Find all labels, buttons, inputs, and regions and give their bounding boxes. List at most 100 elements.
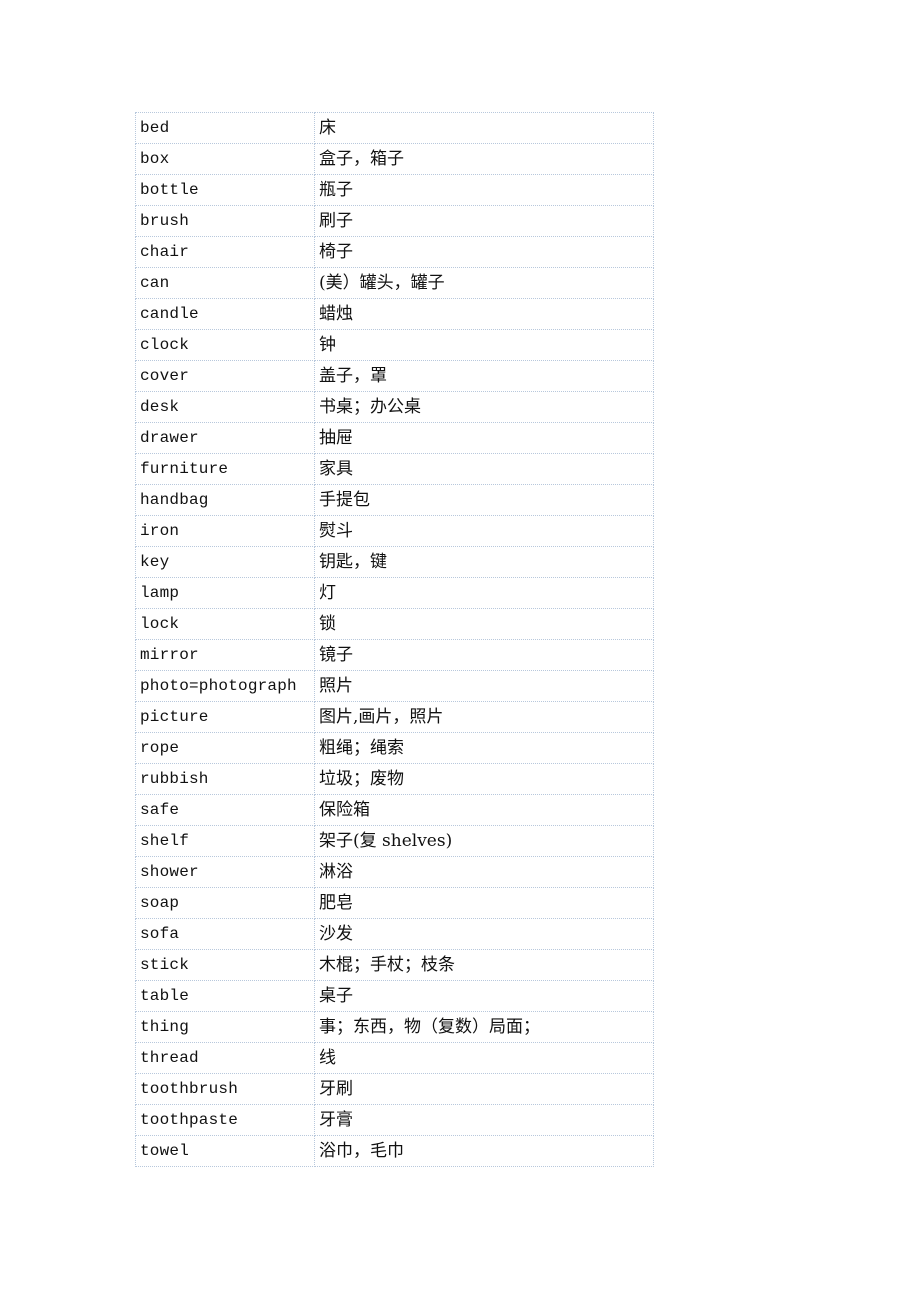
english-word-cell: furniture (135, 453, 315, 485)
english-word-cell: toothbrush (135, 1073, 315, 1105)
english-word-cell: shower (135, 856, 315, 888)
chinese-meaning-cell: 蜡烛 (314, 298, 654, 330)
table-row: bed 床 (135, 112, 654, 144)
english-word-cell: candle (135, 298, 315, 330)
english-word-cell: key (135, 546, 315, 578)
table-row: furniture 家具 (135, 453, 654, 485)
chinese-meaning-cell: 椅子 (314, 236, 654, 268)
english-word-cell: photo=photograph (135, 670, 315, 702)
english-word-cell: clock (135, 329, 315, 361)
vocabulary-table: bed 床 box 盒子，箱子 bottle 瓶子 brush 刷子 chair 椅子 can (美）… (135, 112, 654, 1167)
table-row: picture 图片,画片，照片 (135, 701, 654, 733)
chinese-meaning-cell: 刷子 (314, 205, 654, 237)
chinese-meaning-cell: 家具 (314, 453, 654, 485)
chinese-meaning-cell: 牙膏 (314, 1104, 654, 1136)
table-row: safe 保险箱 (135, 794, 654, 826)
english-word-cell: sofa (135, 918, 315, 950)
table-row: key 钥匙，键 (135, 546, 654, 578)
chinese-meaning-cell: 床 (314, 112, 654, 144)
chinese-meaning-cell: 线 (314, 1042, 654, 1074)
table-row: lock 锁 (135, 608, 654, 640)
table-row: mirror 镜子 (135, 639, 654, 671)
table-row: thread 线 (135, 1042, 654, 1074)
table-row: toothbrush 牙刷 (135, 1073, 654, 1105)
chinese-meaning-cell: 抽屉 (314, 422, 654, 454)
english-word-cell: drawer (135, 422, 315, 454)
chinese-meaning-cell: 架子(复 shelves) (314, 825, 654, 857)
table-row: handbag 手提包 (135, 484, 654, 516)
chinese-meaning-cell: 保险箱 (314, 794, 654, 826)
english-word-cell: bottle (135, 174, 315, 206)
chinese-meaning-cell: 盖子，罩 (314, 360, 654, 392)
english-word-cell: desk (135, 391, 315, 423)
english-word-cell: iron (135, 515, 315, 547)
table-row: lamp 灯 (135, 577, 654, 609)
english-word-cell: stick (135, 949, 315, 981)
table-row: stick 木棍；手杖；枝条 (135, 949, 654, 981)
chinese-meaning-cell: 照片 (314, 670, 654, 702)
chinese-meaning-cell: 桌子 (314, 980, 654, 1012)
english-word-cell: rope (135, 732, 315, 764)
chinese-meaning-cell: 图片,画片，照片 (314, 701, 654, 733)
chinese-meaning-cell: 盒子，箱子 (314, 143, 654, 175)
table-row: drawer 抽屉 (135, 422, 654, 454)
table-row: cover 盖子，罩 (135, 360, 654, 392)
chinese-meaning-cell: (美）罐头，罐子 (314, 267, 654, 299)
english-word-cell: safe (135, 794, 315, 826)
english-word-cell: box (135, 143, 315, 175)
english-word-cell: lock (135, 608, 315, 640)
english-word-cell: chair (135, 236, 315, 268)
english-word-cell: brush (135, 205, 315, 237)
chinese-meaning-cell: 牙刷 (314, 1073, 654, 1105)
chinese-meaning-cell: 粗绳；绳索 (314, 732, 654, 764)
chinese-meaning-cell: 手提包 (314, 484, 654, 516)
table-row: rubbish 垃圾；废物 (135, 763, 654, 795)
chinese-meaning-cell: 淋浴 (314, 856, 654, 888)
chinese-meaning-cell: 垃圾；废物 (314, 763, 654, 795)
table-row: soap 肥皂 (135, 887, 654, 919)
chinese-meaning-cell: 肥皂 (314, 887, 654, 919)
table-row: sofa 沙发 (135, 918, 654, 950)
english-word-cell: table (135, 980, 315, 1012)
table-row: can (美）罐头，罐子 (135, 267, 654, 299)
chinese-meaning-cell: 灯 (314, 577, 654, 609)
table-row: towel 浴巾，毛巾 (135, 1135, 654, 1167)
chinese-meaning-cell: 书桌；办公桌 (314, 391, 654, 423)
table-row: chair 椅子 (135, 236, 654, 268)
table-row: shelf 架子(复 shelves) (135, 825, 654, 857)
chinese-meaning-cell: 钟 (314, 329, 654, 361)
table-row: shower 淋浴 (135, 856, 654, 888)
english-word-cell: lamp (135, 577, 315, 609)
english-word-cell: thing (135, 1011, 315, 1043)
table-row: rope 粗绳；绳索 (135, 732, 654, 764)
english-word-cell: toothpaste (135, 1104, 315, 1136)
table-row: table 桌子 (135, 980, 654, 1012)
english-word-cell: thread (135, 1042, 315, 1074)
english-word-cell: can (135, 267, 315, 299)
english-word-cell: rubbish (135, 763, 315, 795)
english-word-cell: picture (135, 701, 315, 733)
chinese-meaning-cell: 沙发 (314, 918, 654, 950)
table-row: brush 刷子 (135, 205, 654, 237)
english-word-cell: shelf (135, 825, 315, 857)
chinese-meaning-cell: 钥匙，键 (314, 546, 654, 578)
english-word-cell: soap (135, 887, 315, 919)
table-row: box 盒子，箱子 (135, 143, 654, 175)
table-row: toothpaste 牙膏 (135, 1104, 654, 1136)
table-row: thing 事；东西，物（复数）局面； (135, 1011, 654, 1043)
chinese-meaning-cell: 熨斗 (314, 515, 654, 547)
vocabulary-table-body: bed 床 box 盒子，箱子 bottle 瓶子 brush 刷子 chair 椅子 can (美）… (135, 112, 654, 1167)
table-row: iron 熨斗 (135, 515, 654, 547)
english-word-cell: bed (135, 112, 315, 144)
chinese-meaning-cell: 锁 (314, 608, 654, 640)
english-word-cell: towel (135, 1135, 315, 1167)
english-word-cell: cover (135, 360, 315, 392)
table-row: candle 蜡烛 (135, 298, 654, 330)
table-row: bottle 瓶子 (135, 174, 654, 206)
english-word-cell: mirror (135, 639, 315, 671)
table-row: desk 书桌；办公桌 (135, 391, 654, 423)
chinese-meaning-cell: 瓶子 (314, 174, 654, 206)
chinese-meaning-cell: 浴巾，毛巾 (314, 1135, 654, 1167)
table-row: photo=photograph 照片 (135, 670, 654, 702)
english-word-cell: handbag (135, 484, 315, 516)
